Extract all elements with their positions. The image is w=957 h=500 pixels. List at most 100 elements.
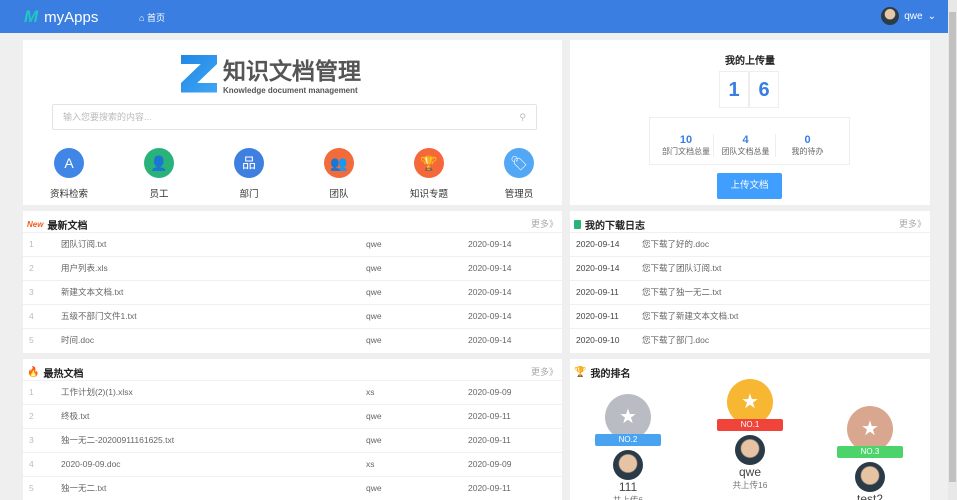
user-menu[interactable]: qwe⌄ — [881, 7, 936, 25]
doc-date: 2020-09-14 — [468, 281, 511, 304]
quick-link-label: 部门 — [219, 186, 279, 200]
rank-count: 共上传16 — [710, 479, 790, 491]
upload-digit: 6 — [749, 71, 779, 108]
table-row[interactable]: 3 新建文本文档.txt qwe 2020-09-14 — [23, 280, 562, 304]
log-text[interactable]: 您下载了团队订阅.txt — [642, 257, 721, 280]
quick-link-3[interactable]: 品部门 — [219, 148, 279, 200]
row-number: 2 — [29, 405, 34, 428]
doc-date: 2020-09-14 — [468, 305, 511, 328]
log-text[interactable]: 您下载了好的.doc — [642, 233, 709, 256]
quick-link-5[interactable]: 🏆知识专题 — [399, 148, 459, 200]
doc-owner: qwe — [366, 405, 382, 428]
doc-date: 2020-09-14 — [468, 233, 511, 256]
hot-more-link[interactable]: 更多》 — [531, 365, 558, 378]
app-logo[interactable]: MmyApps — [24, 7, 98, 27]
doc-name-link[interactable]: 时间.doc — [61, 329, 94, 352]
table-row[interactable]: 1 团队订阅.txt qwe 2020-09-14 — [23, 232, 562, 256]
rank-ribbon: NO.2 — [595, 434, 661, 446]
doc-owner: qwe — [366, 233, 382, 256]
stat-todo[interactable]: 0我的待办 — [775, 134, 839, 157]
row-number: 5 — [29, 477, 34, 500]
avatar — [735, 435, 765, 465]
row-number: 4 — [29, 305, 34, 328]
quick-link-6[interactable]: 🏷管理员 — [489, 148, 549, 200]
org-chart-icon: 品 — [234, 148, 264, 178]
upload-count: 16 — [719, 71, 779, 108]
doc-name-link[interactable]: 工作计划(2)(1).xlsx — [61, 381, 133, 404]
ranking-title: 我的排名 — [590, 365, 630, 380]
quick-link-1[interactable]: A资料检索 — [39, 148, 99, 200]
quick-link-label: 团队 — [309, 186, 369, 200]
table-row[interactable]: 5 独一无二.txt qwe 2020-09-11 — [23, 476, 562, 500]
home-icon: ⌂ — [139, 13, 147, 23]
stat-dept-docs[interactable]: 10部门文档总量 — [654, 134, 718, 157]
table-row[interactable]: 5时间.docqwe2020-09-14 — [23, 328, 562, 352]
trophy-icon: 🏆 — [414, 148, 444, 178]
doc-date: 2020-09-09 — [468, 453, 511, 476]
ranking-panel: 🏆我的排名 ★NO.2111共上传6★NO.1qwe共上传16★NO.3test… — [570, 359, 930, 500]
upload-panel: 我的上传量 16 10部门文档总量 4团队文档总量 0我的待办 上传文档 — [570, 40, 930, 205]
rank-ribbon: NO.1 — [717, 419, 783, 431]
downloads-more-link[interactable]: 更多》 — [899, 217, 926, 230]
upload-title: 我的上传量 — [570, 52, 930, 67]
table-row[interactable]: 4 五级不部门文件1.txt qwe 2020-09-14 — [23, 304, 562, 328]
log-date: 2020-09-14 — [576, 257, 619, 280]
doc-name-link[interactable]: 独一无二-20200911161625.txt — [61, 429, 174, 452]
row-number: 3 — [29, 281, 34, 304]
log-row: 2020-09-14您下载了好的.doc — [570, 232, 930, 256]
doc-owner: qwe — [366, 477, 382, 500]
row-number: 4 — [29, 453, 34, 476]
doc-name-link[interactable]: 终极.txt — [61, 405, 89, 428]
table-row[interactable]: 42020-09-09.docxs2020-09-09 — [23, 452, 562, 476]
table-row[interactable]: 2终极.txtqwe2020-09-11 — [23, 404, 562, 428]
row-number: 1 — [29, 233, 34, 256]
search-icon[interactable]: ⚲ — [519, 105, 526, 129]
hot-docs-panel: 🔥最热文档 更多》 1工作计划(2)(1).xlsxxs2020-09-092终… — [23, 359, 562, 500]
quick-link-label: 员工 — [129, 186, 189, 200]
download-log-panel: 我的下载日志 更多》 2020-09-14您下载了好的.doc2020-09-1… — [570, 211, 930, 353]
nav-home[interactable]: ⌂ 首页 — [139, 11, 165, 24]
app-name: myApps — [44, 9, 98, 26]
doc-owner: qwe — [366, 281, 382, 304]
brand-subtitle: Knowledge document management — [223, 86, 361, 95]
employee-icon: 👤 — [144, 148, 174, 178]
latest-docs-panel: New最新文档 更多》 1团队订阅.txtqwe2020-09-142用户列表.… — [23, 211, 562, 353]
trophy-icon: 🏆 — [574, 367, 586, 378]
table-row[interactable]: 2用户列表.xlsqwe2020-09-14 — [23, 256, 562, 280]
doc-date: 2020-09-11 — [468, 429, 511, 452]
upload-document-button[interactable]: 上传文档 — [717, 173, 782, 199]
doc-name-link[interactable]: 2020-09-09.doc — [61, 453, 121, 476]
doc-owner: qwe — [366, 305, 382, 328]
user-name: qwe — [904, 11, 922, 22]
table-row[interactable]: 3独一无二-20200911161625.txtqwe2020-09-11 — [23, 428, 562, 452]
downloads-title: 我的下载日志 — [585, 217, 645, 232]
team-icon: 👥 — [324, 148, 354, 178]
doc-owner: qwe — [366, 257, 382, 280]
log-text[interactable]: 您下载了新建文本文档.txt — [642, 305, 738, 328]
doc-name-link[interactable]: 五级不部门文件1.txt — [61, 305, 137, 328]
log-row: 2020-09-11您下载了独一无二.txt — [570, 280, 930, 304]
doc-name-link[interactable]: 独一无二.txt — [61, 477, 106, 500]
doc-name-link[interactable]: 用户列表.xls — [61, 257, 108, 280]
log-text[interactable]: 您下载了部门.doc — [642, 329, 709, 352]
doc-date: 2020-09-11 — [468, 477, 511, 500]
search-placeholder: 输入您要搜索的内容... — [63, 112, 152, 122]
scrollbar[interactable] — [948, 0, 957, 500]
search-input[interactable]: 输入您要搜索的内容... ⚲ — [52, 104, 537, 130]
upload-digit: 1 — [719, 71, 749, 108]
rank-user: test2 — [830, 492, 910, 500]
doc-name-link[interactable]: 新建文本文档.txt — [61, 281, 123, 304]
scrollbar-thumb[interactable] — [949, 12, 956, 482]
z-logo-icon — [181, 55, 217, 93]
doc-name-link[interactable]: 团队订阅.txt — [61, 233, 106, 256]
log-text[interactable]: 您下载了独一无二.txt — [642, 281, 721, 304]
table-row[interactable]: 1工作计划(2)(1).xlsxxs2020-09-09 — [23, 380, 562, 404]
quick-link-4[interactable]: 👥 团队 — [309, 148, 369, 200]
latest-more-link[interactable]: 更多》 — [531, 217, 558, 230]
row-number: 3 — [29, 429, 34, 452]
quick-link-2[interactable]: 👤 员工 — [129, 148, 189, 200]
stat-team-docs[interactable]: 4团队文档总量 — [713, 134, 777, 157]
rank-item: ★NO.1qwe共上传16 — [710, 379, 790, 491]
new-icon: New — [27, 220, 43, 229]
log-date: 2020-09-11 — [576, 305, 619, 328]
